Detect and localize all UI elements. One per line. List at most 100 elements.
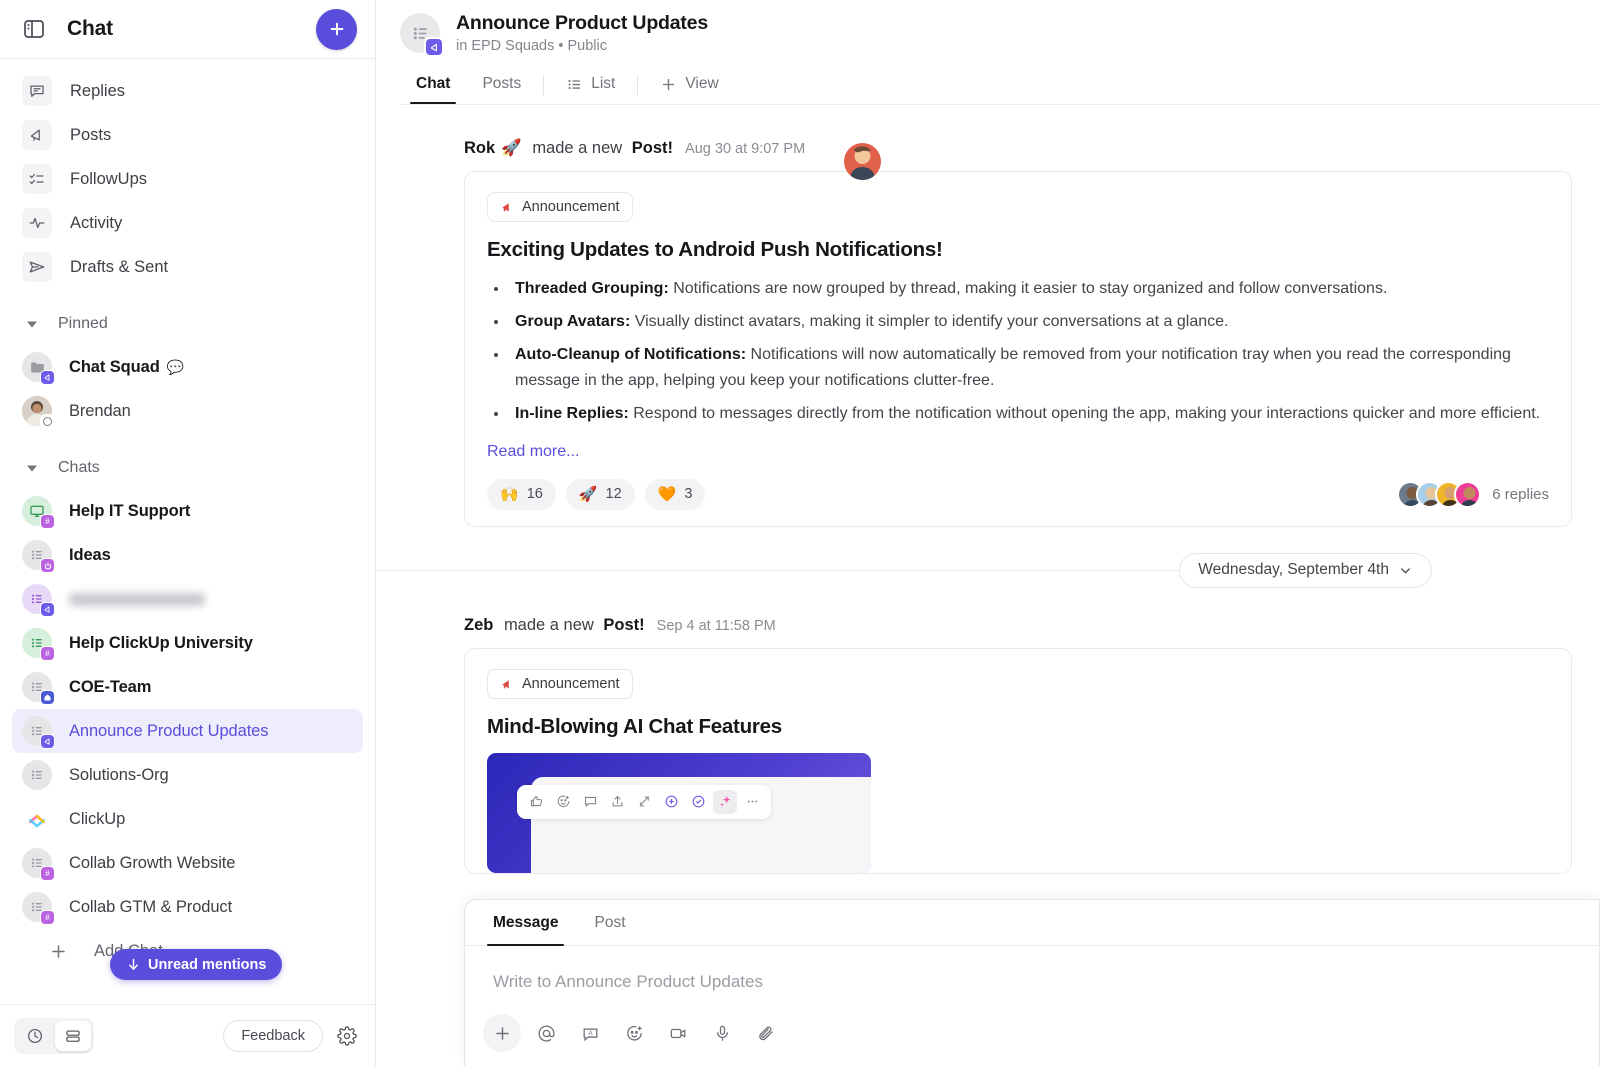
date-divider: Wednesday, September 4th — [376, 552, 1572, 588]
chat-list-item-brendan[interactable]: Brendan — [12, 389, 363, 433]
new-chat-button[interactable] — [316, 8, 357, 50]
chat-list-item-collab-growth-website[interactable]: # Collab Growth Website — [12, 841, 363, 885]
sidebar-item-label: Drafts & Sent — [70, 257, 169, 276]
divider-line — [376, 569, 1180, 571]
pulse-icon — [22, 208, 52, 238]
avatar — [22, 760, 52, 790]
chat-list-item-help-it-support[interactable]: # Help IT Support — [12, 489, 363, 533]
announcement-chip[interactable]: Announcement — [487, 192, 633, 222]
microphone-icon[interactable] — [703, 1014, 741, 1052]
check-circle-icon — [686, 790, 710, 814]
tab-chat[interactable]: Chat — [400, 66, 466, 104]
chat-bubble-icon — [22, 76, 52, 106]
tab-list-label: List — [591, 75, 616, 92]
status-ring-icon — [40, 414, 55, 429]
message-composer: Message Post Write to Announce Product U… — [464, 899, 1600, 1066]
post-item: Zeb made a new Post! Sep 4 at 11:58 PM A… — [376, 588, 1600, 874]
chat-list-item-clickup[interactable]: ClickUp — [12, 797, 363, 841]
gear-icon[interactable] — [337, 1025, 357, 1046]
tab-add-view[interactable]: View — [644, 66, 734, 104]
sidebar-scroll-area: Replies Posts FollowUps Activity Drafts … — [0, 59, 375, 1004]
post-title: Exciting Updates to Android Push Notific… — [487, 238, 943, 261]
announcement-chip[interactable]: Announcement — [487, 668, 633, 699]
unread-mentions-pill[interactable]: Unread mentions — [110, 949, 283, 980]
post-action-prefix: made a new — [532, 139, 623, 157]
plus-icon — [660, 76, 677, 93]
hash-badge-icon: # — [40, 866, 55, 881]
avatar — [22, 352, 55, 385]
chat-list-item-help-clickup-university[interactable]: # Help ClickUp University — [12, 621, 363, 665]
section-label: Chats — [58, 459, 100, 476]
announce-badge-icon — [40, 370, 55, 385]
composer-tab-post[interactable]: Post — [576, 900, 643, 945]
home-badge-icon — [40, 690, 55, 705]
chat-list-item-chat-squad[interactable]: Chat Squad 💬 — [12, 345, 363, 389]
clock-icon[interactable] — [17, 1021, 53, 1051]
avatar[interactable] — [844, 143, 881, 180]
chat-list-item-solutions-org[interactable]: Solutions-Org — [12, 753, 363, 797]
reaction-chip[interactable]: 🧡 3 — [644, 478, 706, 510]
channel-tabs: Chat Posts List View — [400, 66, 1600, 104]
at-mention-icon[interactable] — [527, 1014, 565, 1052]
megaphone-icon — [22, 120, 52, 150]
message-input[interactable]: Write to Announce Product Updates — [465, 946, 1599, 1014]
tab-list[interactable]: List — [550, 66, 631, 104]
replies-summary[interactable]: 6 replies — [1397, 480, 1549, 508]
section-header-chats[interactable]: Chats — [12, 447, 363, 489]
reaction-emoji: 🚀 — [578, 486, 598, 504]
assign-icon[interactable]: A — [571, 1014, 609, 1052]
read-more-link[interactable]: Read more... — [487, 443, 579, 461]
sidebar-item-followups[interactable]: FollowUps — [12, 157, 363, 201]
channel-titles: Announce Product Updates in EPD Squads •… — [456, 12, 708, 54]
chat-list-item-announce-product-updates[interactable]: Announce Product Updates — [12, 709, 363, 753]
reaction-chip[interactable]: 🚀 12 — [565, 478, 635, 510]
avatar — [1454, 480, 1482, 508]
chat-list-item-coe-team[interactable]: COE-Team — [12, 665, 363, 709]
tab-posts[interactable]: Posts — [466, 66, 537, 104]
clickup-logo-icon — [22, 804, 52, 834]
composer-toolbar: A — [465, 1014, 1599, 1052]
sidebar-item-drafts-sent[interactable]: Drafts & Sent — [12, 245, 363, 289]
post-timestamp: Sep 4 at 11:58 PM — [656, 617, 776, 634]
chat-list-item-redacted[interactable] — [12, 577, 363, 621]
post-action-prefix: made a new — [503, 615, 594, 634]
panel-toggle-icon[interactable] — [22, 17, 46, 41]
sidebar-item-label: Posts — [70, 125, 112, 144]
post-image-attachment[interactable] — [487, 752, 871, 873]
sidebar-header: Chat — [0, 0, 375, 59]
reaction-chip[interactable]: 🙌 16 — [487, 478, 556, 510]
feedback-label: Feedback — [241, 1027, 305, 1044]
reaction-emoji: 🙌 — [500, 486, 519, 504]
sidebar-item-replies[interactable]: Replies — [12, 69, 363, 113]
list-item: In-line Replies: Respond to messages dir… — [509, 401, 1549, 427]
attachment-icon[interactable] — [747, 1014, 785, 1052]
plus-icon[interactable] — [483, 1014, 521, 1052]
chat-list-item-label: Help ClickUp University — [69, 633, 253, 652]
sidebar-item-posts[interactable]: Posts — [12, 113, 363, 157]
reaction-count: 12 — [605, 486, 622, 503]
feedback-button[interactable]: Feedback — [223, 1019, 323, 1052]
date-divider-pill[interactable]: Wednesday, September 4th — [1179, 552, 1432, 588]
tab-divider — [543, 75, 545, 95]
chat-app: Chat Replies Posts FollowUps Activity Dr… — [0, 0, 1600, 1066]
emoji-add-icon — [551, 790, 575, 814]
emoji-icon[interactable] — [615, 1014, 653, 1052]
svg-text:A: A — [588, 1030, 593, 1037]
composer-tab-message[interactable]: Message — [475, 900, 576, 946]
chat-list-item-ideas[interactable]: Ideas — [12, 533, 363, 577]
section-header-pinned[interactable]: Pinned — [12, 303, 363, 345]
rows-icon[interactable] — [55, 1020, 91, 1051]
sidebar-item-label: Replies — [70, 81, 126, 100]
chat-list-item-label: ClickUp — [69, 809, 126, 828]
avatar: # — [22, 496, 55, 529]
megaphone-icon — [500, 200, 514, 214]
unread-mentions-label: Unread mentions — [148, 956, 267, 973]
chat-list-item-label: Help IT Support — [69, 501, 191, 520]
ai-sparkle-icon — [713, 789, 737, 814]
announce-badge-icon — [40, 602, 55, 617]
sidebar-item-activity[interactable]: Activity — [12, 201, 363, 245]
view-mode-toggle-group — [14, 1017, 94, 1054]
chat-list-item-collab-gtm-product[interactable]: # Collab GTM & Product — [12, 885, 363, 929]
video-icon[interactable] — [659, 1014, 697, 1052]
sidebar-item-label: FollowUps — [70, 169, 148, 188]
